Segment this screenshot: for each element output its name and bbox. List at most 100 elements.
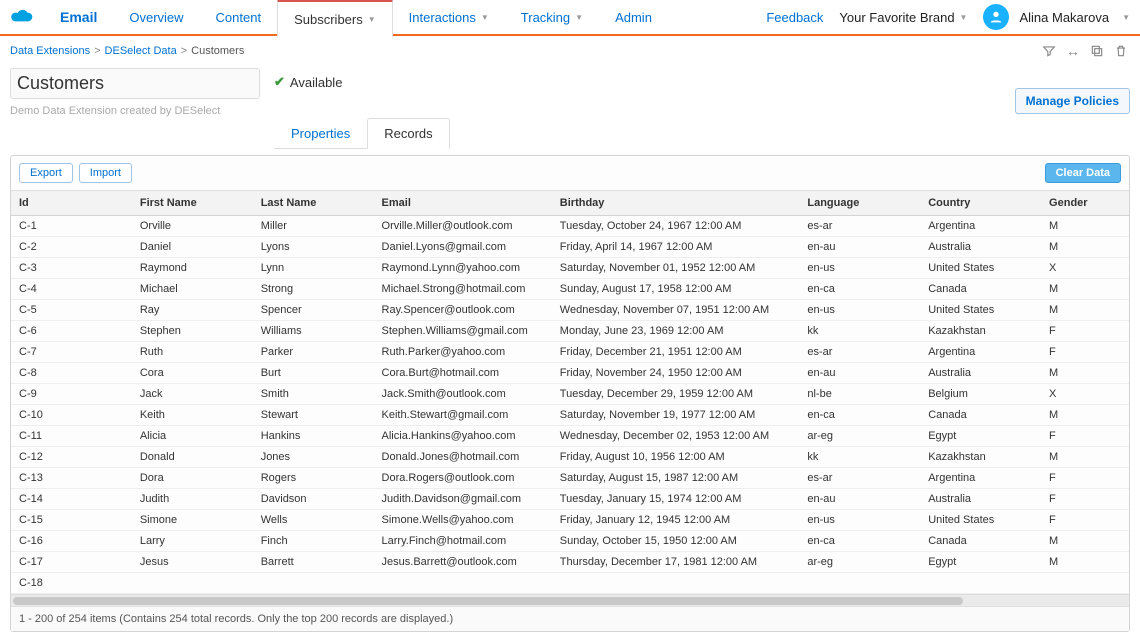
nav-tab-content[interactable]: Content bbox=[200, 0, 278, 35]
cell-co: United States bbox=[920, 258, 1041, 279]
cell-bd: Friday, August 10, 1956 12:00 AM bbox=[552, 447, 800, 468]
nav-tab-subscribers[interactable]: Subscribers▼ bbox=[277, 0, 393, 37]
column-header[interactable]: Email bbox=[374, 191, 552, 216]
nav-tab-label: Tracking bbox=[521, 10, 570, 25]
toolbar-icons: ↔ bbox=[1040, 42, 1130, 60]
column-header[interactable]: Id bbox=[11, 191, 132, 216]
nav-tab-label: Admin bbox=[615, 10, 652, 25]
cell-ln: Burt bbox=[253, 363, 374, 384]
chevron-down-icon: ▼ bbox=[960, 13, 968, 22]
column-header[interactable]: Last Name bbox=[253, 191, 374, 216]
cell-co: Egypt bbox=[920, 552, 1041, 573]
cell-lg: ar-eg bbox=[799, 552, 920, 573]
user-name[interactable]: Alina Makarova bbox=[1019, 10, 1109, 25]
cell-lg: kk bbox=[799, 321, 920, 342]
cell-bd: Tuesday, December 29, 1959 12:00 AM bbox=[552, 384, 800, 405]
import-button[interactable]: Import bbox=[79, 163, 132, 183]
cell-em: Keith.Stewart@gmail.com bbox=[374, 405, 552, 426]
cell-id: C-17 bbox=[11, 552, 132, 573]
nav-tab-overview[interactable]: Overview bbox=[113, 0, 199, 35]
cell-id: C-18 bbox=[11, 573, 132, 594]
table-row[interactable]: C-5RaySpencerRay.Spencer@outlook.comWedn… bbox=[11, 300, 1129, 321]
header-left: Demo Data Extension created by DESelect bbox=[10, 68, 260, 117]
title-input[interactable] bbox=[10, 68, 260, 99]
cell-em: Stephen.Williams@gmail.com bbox=[374, 321, 552, 342]
cell-ln: Smith bbox=[253, 384, 374, 405]
table-row[interactable]: C-8CoraBurtCora.Burt@hotmail.comFriday, … bbox=[11, 363, 1129, 384]
column-header[interactable]: Country bbox=[920, 191, 1041, 216]
move-icon[interactable]: ↔ bbox=[1064, 42, 1082, 60]
cell-id: C-10 bbox=[11, 405, 132, 426]
avatar[interactable] bbox=[983, 4, 1009, 30]
table-row[interactable]: C-18 bbox=[11, 573, 1129, 594]
copy-icon[interactable] bbox=[1088, 42, 1106, 60]
cell-lg: en-us bbox=[799, 510, 920, 531]
feedback-link[interactable]: Feedback bbox=[760, 10, 829, 25]
table-row[interactable]: C-1OrvilleMillerOrville.Miller@outlook.c… bbox=[11, 216, 1129, 237]
cell-ln: Williams bbox=[253, 321, 374, 342]
manage-policies-button[interactable]: Manage Policies bbox=[1015, 88, 1130, 114]
cell-gn: M bbox=[1041, 279, 1129, 300]
table-row[interactable]: C-6StephenWilliamsStephen.Williams@gmail… bbox=[11, 321, 1129, 342]
subtab-records[interactable]: Records bbox=[367, 118, 449, 149]
breadcrumb-item[interactable]: Data Extensions bbox=[10, 45, 90, 57]
cell-fn: Orville bbox=[132, 216, 253, 237]
column-header[interactable]: Gender bbox=[1041, 191, 1129, 216]
table-row[interactable]: C-13DoraRogersDora.Rogers@outlook.comSat… bbox=[11, 468, 1129, 489]
cell-ln: Rogers bbox=[253, 468, 374, 489]
table-row[interactable]: C-17JesusBarrettJesus.Barrett@outlook.co… bbox=[11, 552, 1129, 573]
table-row[interactable]: C-7RuthParkerRuth.Parker@yahoo.comFriday… bbox=[11, 342, 1129, 363]
table-row[interactable]: C-2DanielLyonsDaniel.Lyons@gmail.comFrid… bbox=[11, 237, 1129, 258]
cell-fn bbox=[132, 573, 253, 594]
cell-lg: es-ar bbox=[799, 342, 920, 363]
cell-ln: Strong bbox=[253, 279, 374, 300]
filter-icon[interactable] bbox=[1040, 42, 1058, 60]
breadcrumb-item[interactable]: DESelect Data bbox=[105, 45, 177, 57]
column-header[interactable]: Language bbox=[799, 191, 920, 216]
cell-fn: Jesus bbox=[132, 552, 253, 573]
cell-bd: Friday, April 14, 1967 12:00 AM bbox=[552, 237, 800, 258]
cell-co: Australia bbox=[920, 363, 1041, 384]
cell-fn: Donald bbox=[132, 447, 253, 468]
cell-lg: nl-be bbox=[799, 384, 920, 405]
table-row[interactable]: C-4MichaelStrongMichael.Strong@hotmail.c… bbox=[11, 279, 1129, 300]
cell-co: United States bbox=[920, 300, 1041, 321]
horizontal-scrollbar[interactable] bbox=[11, 594, 1129, 606]
nav-tab-label: Overview bbox=[129, 10, 183, 25]
cell-bd: Thursday, December 17, 1981 12:00 AM bbox=[552, 552, 800, 573]
cell-id: C-16 bbox=[11, 531, 132, 552]
table-row[interactable]: C-3RaymondLynnRaymond.Lynn@yahoo.comSatu… bbox=[11, 258, 1129, 279]
cell-co: Canada bbox=[920, 279, 1041, 300]
account-switcher[interactable]: Your Favorite Brand ▼ bbox=[839, 10, 967, 25]
export-button[interactable]: Export bbox=[19, 163, 73, 183]
table-row[interactable]: C-10KeithStewartKeith.Stewart@gmail.comS… bbox=[11, 405, 1129, 426]
cell-bd: Saturday, November 19, 1977 12:00 AM bbox=[552, 405, 800, 426]
table-row[interactable]: C-9JackSmithJack.Smith@outlook.comTuesda… bbox=[11, 384, 1129, 405]
table-row[interactable]: C-12DonaldJonesDonald.Jones@hotmail.comF… bbox=[11, 447, 1129, 468]
nav-tab-admin[interactable]: Admin bbox=[599, 0, 668, 35]
column-header[interactable]: Birthday bbox=[552, 191, 800, 216]
cell-em: Daniel.Lyons@gmail.com bbox=[374, 237, 552, 258]
table-row[interactable]: C-16LarryFinchLarry.Finch@hotmail.comSun… bbox=[11, 531, 1129, 552]
column-header[interactable]: First Name bbox=[132, 191, 253, 216]
nav-tab-interactions[interactable]: Interactions▼ bbox=[393, 0, 505, 35]
cell-ln: Finch bbox=[253, 531, 374, 552]
cell-co bbox=[920, 573, 1041, 594]
cell-gn: F bbox=[1041, 342, 1129, 363]
table-scroll[interactable]: IdFirst NameLast NameEmailBirthdayLangua… bbox=[11, 191, 1129, 594]
cell-co: Argentina bbox=[920, 342, 1041, 363]
table-row[interactable]: C-15SimoneWellsSimone.Wells@yahoo.comFri… bbox=[11, 510, 1129, 531]
subtab-properties[interactable]: Properties bbox=[274, 118, 367, 148]
cell-em: Orville.Miller@outlook.com bbox=[374, 216, 552, 237]
table-row[interactable]: C-14JudithDavidsonJudith.Davidson@gmail.… bbox=[11, 489, 1129, 510]
cell-gn: M bbox=[1041, 531, 1129, 552]
table-row[interactable]: C-11AliciaHankinsAlicia.Hankins@yahoo.co… bbox=[11, 426, 1129, 447]
cell-co: Australia bbox=[920, 237, 1041, 258]
cell-em: Simone.Wells@yahoo.com bbox=[374, 510, 552, 531]
nav-tab-tracking[interactable]: Tracking▼ bbox=[505, 0, 599, 35]
cell-id: C-11 bbox=[11, 426, 132, 447]
trash-icon[interactable] bbox=[1112, 42, 1130, 60]
cell-co: Kazakhstan bbox=[920, 321, 1041, 342]
cell-ln: Miller bbox=[253, 216, 374, 237]
clear-data-button[interactable]: Clear Data bbox=[1045, 163, 1121, 183]
